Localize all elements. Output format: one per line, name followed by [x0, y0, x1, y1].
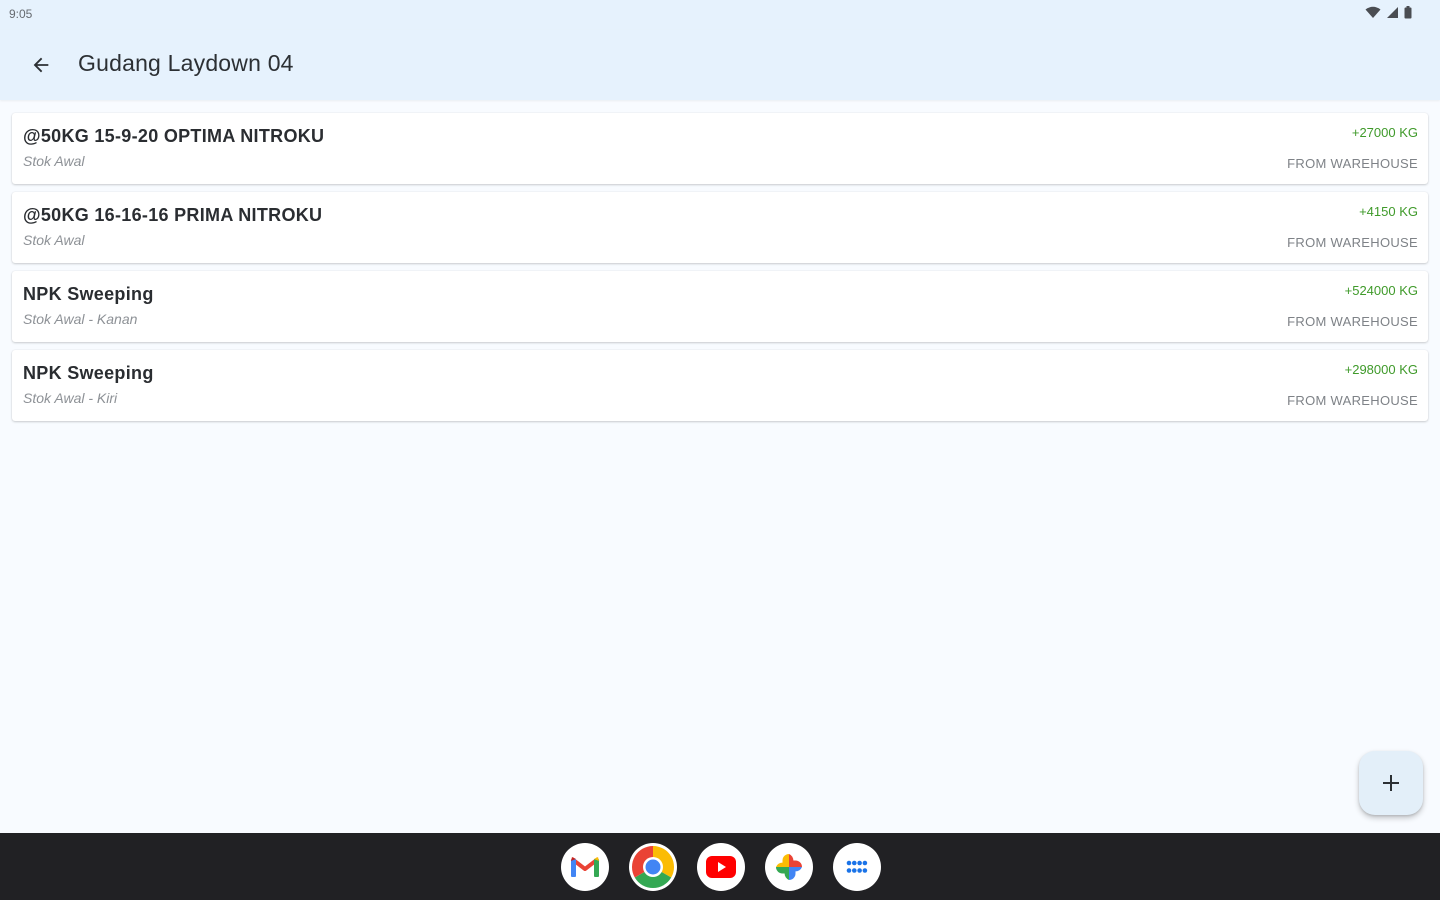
item-quantity: +4150 KG: [1359, 204, 1418, 219]
list-item[interactable]: NPK Sweeping Stok Awal - Kiri +298000 KG…: [12, 350, 1428, 421]
gmail-icon: [570, 857, 600, 877]
gmail-app[interactable]: [561, 843, 609, 891]
item-title: @50KG 15-9-20 OPTIMA NITROKU: [23, 126, 325, 146]
list-item[interactable]: @50KG 16-16-16 PRIMA NITROKU Stok Awal +…: [12, 192, 1428, 263]
item-source: FROM WAREHOUSE: [1287, 235, 1418, 250]
item-quantity: +298000 KG: [1344, 362, 1418, 377]
item-quantity: +27000 KG: [1351, 125, 1418, 140]
photos-app[interactable]: [765, 843, 813, 891]
status-icons: [1365, 6, 1412, 19]
youtube-icon: [706, 856, 736, 878]
youtube-app[interactable]: [697, 843, 745, 891]
item-source: FROM WAREHOUSE: [1287, 393, 1418, 408]
add-button[interactable]: [1359, 751, 1423, 815]
item-source: FROM WAREHOUSE: [1287, 156, 1418, 171]
status-time: 9:05: [9, 7, 33, 21]
item-subtitle: Stok Awal - Kiri: [23, 390, 118, 406]
app-bar: Gudang Laydown 04: [0, 30, 1440, 100]
item-title: NPK Sweeping: [23, 284, 154, 304]
back-button[interactable]: [22, 46, 60, 84]
chrome-app[interactable]: [629, 843, 677, 891]
wifi-icon: [1365, 6, 1381, 18]
item-title: NPK Sweeping: [23, 363, 154, 383]
page-title: Gudang Laydown 04: [78, 50, 294, 76]
taskbar: [0, 833, 1440, 900]
item-title: @50KG 16-16-16 PRIMA NITROKU: [23, 205, 323, 225]
taskbar-apps: [561, 843, 881, 891]
battery-icon: [1404, 6, 1412, 19]
item-subtitle: Stok Awal - Kanan: [23, 311, 138, 327]
item-source: FROM WAREHOUSE: [1287, 314, 1418, 329]
plus-icon: [1383, 775, 1399, 791]
list-item[interactable]: NPK Sweeping Stok Awal - Kanan +524000 K…: [12, 271, 1428, 342]
chrome-icon: [631, 846, 675, 889]
status-bar: 9:05: [0, 0, 1440, 30]
item-subtitle: Stok Awal: [23, 153, 85, 169]
stock-list: @50KG 15-9-20 OPTIMA NITROKU Stok Awal +…: [12, 113, 1428, 429]
item-quantity: +524000 KG: [1344, 283, 1418, 298]
app-drawer[interactable]: [833, 843, 881, 891]
photos-icon: [776, 854, 802, 880]
arrow-back-icon: [33, 57, 49, 73]
list-item[interactable]: @50KG 15-9-20 OPTIMA NITROKU Stok Awal +…: [12, 113, 1428, 184]
item-subtitle: Stok Awal: [23, 232, 85, 248]
app-drawer-icon: [846, 860, 868, 873]
cell-signal-icon: [1387, 7, 1398, 18]
